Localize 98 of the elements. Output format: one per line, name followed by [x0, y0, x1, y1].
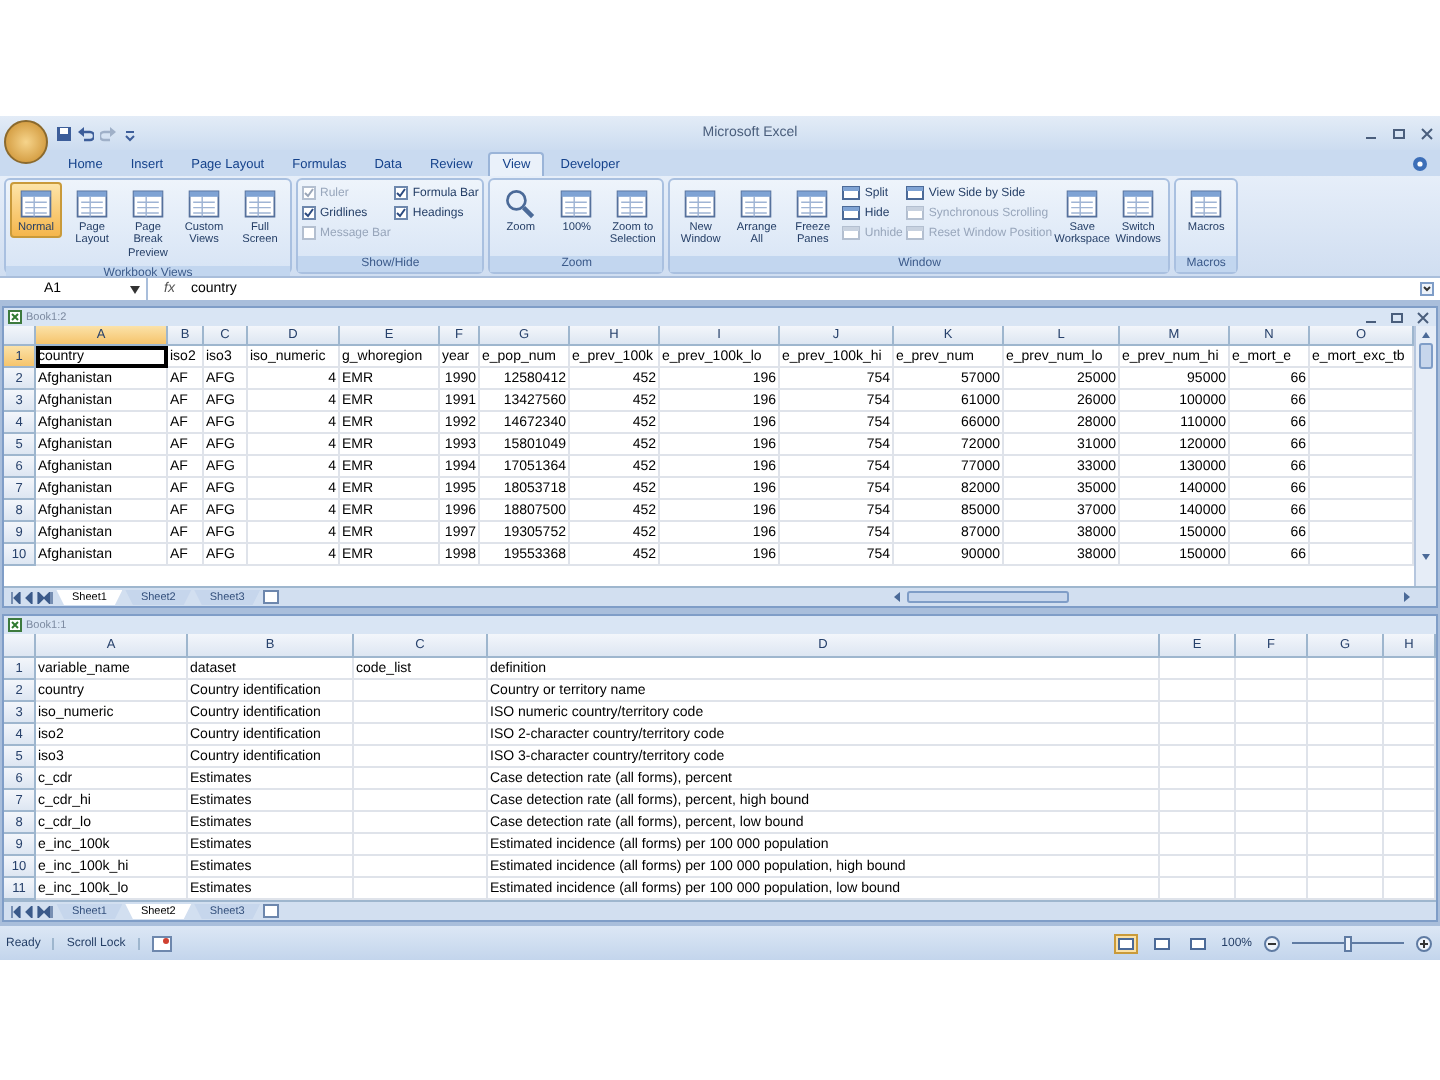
vertical-scrollbar[interactable] [1414, 326, 1436, 586]
checkbox[interactable] [394, 206, 409, 220]
empty-cell [354, 812, 488, 834]
undo-icon[interactable] [78, 125, 94, 141]
window-icon [614, 186, 651, 222]
empty-cell [1308, 834, 1384, 856]
view-button[interactable] [1185, 933, 1210, 953]
empty-cell [1236, 856, 1308, 878]
window-icon [242, 186, 278, 222]
magnifier-icon [502, 186, 539, 222]
close-icon[interactable] [1418, 125, 1436, 141]
zoom-out-icon[interactable] [1264, 935, 1280, 951]
window-icon [1188, 186, 1225, 222]
page-icon [1117, 937, 1134, 949]
empty-cell [354, 702, 488, 724]
insert-sheet-icon[interactable] [262, 904, 281, 918]
checkbox[interactable] [302, 206, 316, 220]
window-icon [906, 186, 925, 200]
empty-cell [1236, 768, 1308, 790]
close-icon[interactable] [1414, 309, 1432, 325]
empty-cell [1308, 812, 1384, 834]
empty-cell [1308, 724, 1384, 746]
window-icon [906, 206, 925, 220]
empty-cell [1308, 790, 1384, 812]
empty-cell [354, 834, 488, 856]
expand-icon[interactable] [1420, 282, 1434, 296]
zoom-slider[interactable] [1292, 935, 1404, 951]
empty-cell [1384, 856, 1436, 878]
empty-cell [1160, 702, 1236, 724]
window-icon [18, 186, 54, 222]
empty-cell [1384, 790, 1436, 812]
help-icon[interactable] [1412, 155, 1428, 171]
empty-cell [1384, 746, 1436, 768]
view-button[interactable] [1149, 933, 1174, 953]
sheet-navigation-icon[interactable] [10, 905, 54, 917]
empty-cell [1236, 812, 1308, 834]
empty-cell [354, 768, 488, 790]
empty-cell [1160, 746, 1236, 768]
window-icon [186, 186, 222, 222]
empty-cell [1384, 834, 1436, 856]
checkbox[interactable] [394, 186, 409, 200]
empty-cell [1160, 812, 1236, 834]
page-icon [1153, 937, 1170, 949]
empty-cell [1160, 834, 1236, 856]
empty-cell [1308, 680, 1384, 702]
empty-cell [1308, 856, 1384, 878]
empty-cell [1308, 768, 1384, 790]
window-icon [906, 226, 925, 240]
empty-cell [1236, 790, 1308, 812]
sheet-navigation-icon[interactable] [10, 591, 54, 603]
empty-cell [1236, 680, 1308, 702]
empty-cell [1384, 724, 1436, 746]
window-icon [842, 206, 861, 220]
empty-cell [1160, 768, 1236, 790]
empty-cell [1384, 680, 1436, 702]
empty-cell [1236, 724, 1308, 746]
empty-cell [1160, 724, 1236, 746]
empty-cell [1384, 812, 1436, 834]
window-icon [558, 186, 595, 222]
empty-cell [1236, 746, 1308, 768]
horizontal-scrollbar[interactable] [892, 590, 1412, 604]
empty-cell [1236, 834, 1308, 856]
restore-icon[interactable] [1390, 125, 1408, 141]
empty-cell [1160, 790, 1236, 812]
window-icon [738, 186, 775, 222]
empty-cell [1236, 658, 1308, 680]
empty-cell [354, 856, 488, 878]
record-macro-icon[interactable] [151, 935, 172, 951]
restore-icon[interactable] [1388, 309, 1406, 325]
window-icon [1064, 186, 1101, 222]
empty-cell [1160, 680, 1236, 702]
empty-cell [1384, 768, 1436, 790]
empty-cell [354, 724, 488, 746]
window-icon [682, 186, 719, 222]
empty-cell [1160, 856, 1236, 878]
window-icon [1120, 186, 1157, 222]
empty-cell [1236, 702, 1308, 724]
empty-cell [354, 680, 488, 702]
window-icon [130, 186, 166, 222]
window-icon [842, 226, 861, 240]
empty-cell [1308, 702, 1384, 724]
page-icon [1189, 937, 1206, 949]
empty-cell [354, 746, 488, 768]
slider-thumb[interactable] [1344, 935, 1352, 951]
window-icon [74, 186, 110, 222]
zoom-in-icon[interactable] [1416, 935, 1432, 951]
empty-cell [1384, 658, 1436, 680]
window-icon [842, 186, 861, 200]
empty-cell [1384, 702, 1436, 724]
empty-cell [1308, 658, 1384, 680]
save-icon[interactable] [56, 125, 72, 141]
customize-caret-icon[interactable] [122, 125, 138, 141]
view-button[interactable] [1113, 933, 1138, 953]
window-icon [794, 186, 831, 222]
insert-sheet-icon[interactable] [262, 590, 281, 604]
empty-cell [354, 790, 488, 812]
empty-cell [1160, 658, 1236, 680]
empty-cell [1308, 746, 1384, 768]
